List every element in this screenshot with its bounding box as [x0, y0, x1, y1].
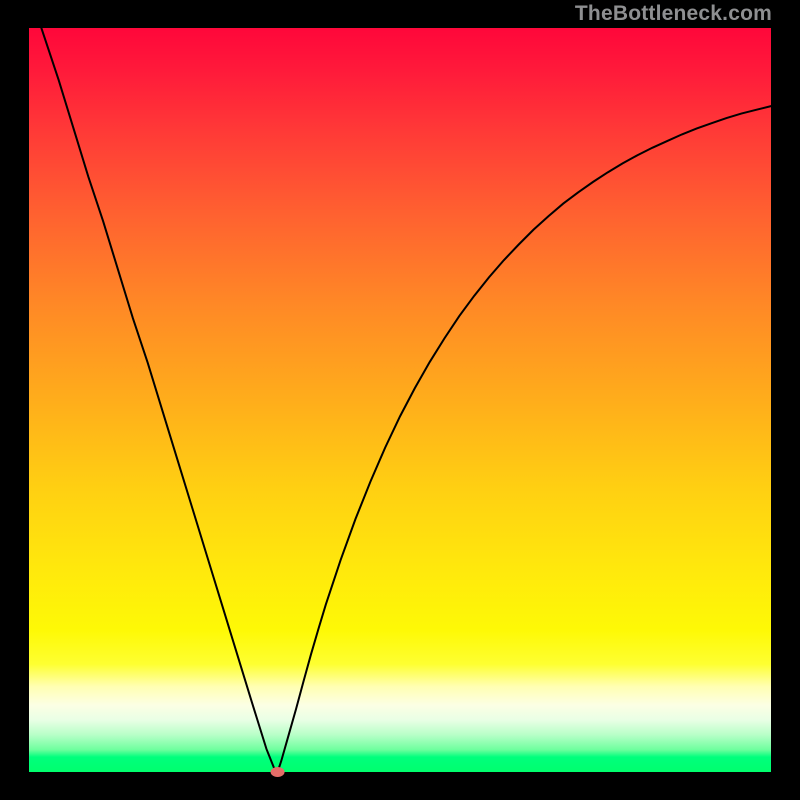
bottleneck-curve-left: [29, 0, 278, 772]
plot-area: [29, 28, 771, 772]
chart-frame: TheBottleneck.com: [0, 0, 800, 800]
bottleneck-curve-right: [278, 106, 771, 772]
chart-svg: [29, 28, 771, 772]
minimum-marker: [271, 767, 285, 777]
watermark-text: TheBottleneck.com: [575, 2, 772, 26]
